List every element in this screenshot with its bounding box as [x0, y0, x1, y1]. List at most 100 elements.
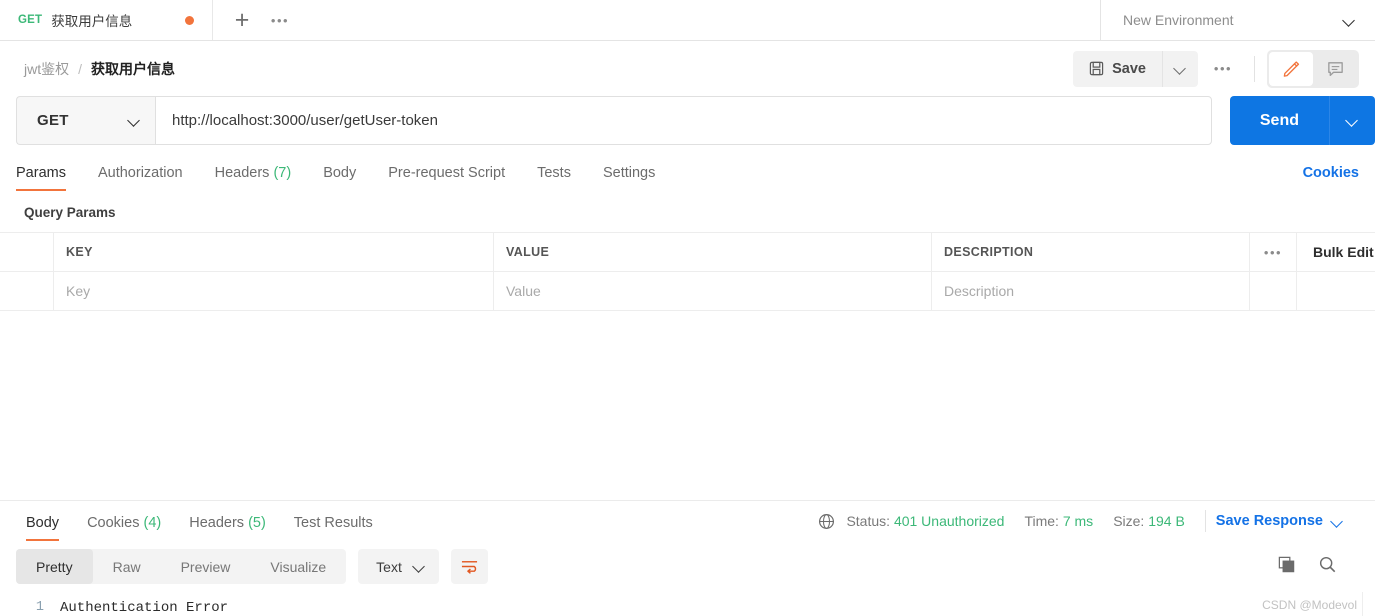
view-mode-pretty[interactable]: Pretty [16, 549, 93, 584]
plus-icon: + [234, 5, 250, 34]
time-metric: Time: 7 ms [1024, 513, 1093, 529]
word-wrap-button[interactable] [450, 549, 488, 584]
viewer-toolbar-icons [1277, 555, 1359, 579]
param-description-input[interactable]: Description [932, 272, 1250, 310]
param-key-input[interactable]: Key [54, 272, 494, 310]
response-format-selector[interactable]: Text [358, 549, 439, 584]
table-options-button[interactable]: ••• [1250, 233, 1297, 271]
table-row: Key Value Description [0, 272, 1375, 311]
save-button-label: Save [1112, 60, 1146, 77]
send-button[interactable]: Send [1229, 96, 1329, 145]
column-header-description-label: DESCRIPTION [944, 245, 1034, 259]
response-body-viewer[interactable]: 1 Authentication Error CSDN @Modevol [0, 592, 1375, 616]
row-checkbox-gutter[interactable] [0, 272, 54, 310]
comment-mode-button[interactable] [1313, 52, 1357, 86]
tab-authorization-label: Authorization [97, 165, 183, 181]
breadcrumb-parent[interactable]: jwt鉴权 [24, 59, 69, 79]
chevron-down-icon [1347, 115, 1358, 126]
save-response-button[interactable]: Save Response [1216, 513, 1343, 529]
http-method-selector[interactable]: GET [16, 96, 155, 145]
response-viewer-toolbar: Pretty Raw Preview Visualize Text [0, 541, 1375, 592]
column-header-key: KEY [54, 233, 494, 271]
tab-title-label: 获取用户信息 [51, 14, 133, 29]
breadcrumb-separator: / [78, 60, 83, 77]
view-mode-raw[interactable]: Raw [93, 549, 161, 584]
response-tab-cookies[interactable]: Cookies (4) [87, 515, 161, 541]
search-icon [1319, 556, 1336, 572]
tab-options-button[interactable]: ••• [263, 3, 297, 37]
tab-tests[interactable]: Tests [537, 165, 571, 191]
save-button-group: Save [1073, 50, 1198, 87]
globe-icon [818, 513, 835, 530]
param-description-placeholder: Description [944, 283, 1015, 299]
time-label: Time: [1024, 513, 1059, 529]
tab-strip-spacer [297, 0, 1100, 40]
response-body-scrollbar[interactable] [1362, 592, 1375, 616]
tab-params[interactable]: Params [16, 165, 66, 191]
bulk-edit-link[interactable]: Bulk Edit [1313, 244, 1374, 260]
save-button[interactable]: Save [1073, 50, 1162, 87]
tab-headers-count: (7) [273, 165, 292, 181]
url-input[interactable]: http://localhost:3000/user/getUser-token [155, 96, 1212, 145]
tab-headers-label: Headers [214, 165, 270, 181]
response-tab-body[interactable]: Body [26, 515, 60, 541]
status-metric: Status: 401 Unauthorized [846, 513, 1004, 529]
environment-selector[interactable]: New Environment [1100, 0, 1375, 40]
chevron-down-icon [1175, 63, 1186, 74]
ellipsis-icon: ••• [1263, 244, 1283, 260]
column-header-value: VALUE [494, 233, 932, 271]
tab-headers[interactable]: Headers (7) [215, 165, 292, 191]
breadcrumb-current: 获取用户信息 [91, 60, 176, 77]
pencil-icon [1283, 61, 1299, 77]
chevron-down-icon [1344, 15, 1355, 26]
new-tab-button[interactable]: + [225, 3, 259, 37]
save-options-button[interactable] [1162, 50, 1198, 87]
watermark-text: CSDN @Modevol [1262, 598, 1357, 612]
environment-label: New Environment [1123, 12, 1234, 28]
query-params-title: Query Params [24, 205, 116, 220]
response-format-label: Text [376, 558, 402, 575]
chevron-down-icon [1332, 516, 1343, 527]
param-value-input[interactable]: Value [494, 272, 932, 310]
edit-mode-button[interactable] [1269, 51, 1313, 86]
tab-authorization[interactable]: Authorization [98, 165, 183, 191]
tab-settings[interactable]: Settings [603, 165, 655, 191]
request-tab-item[interactable]: GET 获取用户信息 [0, 0, 213, 40]
table-header-row: KEY VALUE DESCRIPTION ••• Bulk Edit [0, 233, 1375, 272]
chevron-down-icon [414, 561, 425, 572]
line-number: 1 [35, 600, 44, 615]
status-label: Status: [846, 513, 891, 529]
size-metric: Size: 194 B [1113, 513, 1185, 529]
code-line: 1 Authentication Error [0, 592, 1375, 616]
url-value: http://localhost:3000/user/getUser-token [172, 112, 438, 129]
size-label: Size: [1113, 513, 1145, 529]
url-bar-row: GET http://localhost:3000/user/getUser-t… [0, 96, 1375, 153]
param-value-placeholder: Value [506, 283, 541, 299]
view-mode-preview[interactable]: Preview [161, 549, 251, 584]
copy-button[interactable] [1277, 555, 1296, 579]
view-mode-visualize[interactable]: Visualize [250, 549, 346, 584]
tab-body-label: Body [323, 165, 357, 181]
column-header-key-label: KEY [66, 245, 93, 259]
search-button[interactable] [1318, 555, 1337, 579]
response-tab-headers[interactable]: Headers (5) [189, 515, 266, 541]
tab-tests-label: Tests [537, 165, 571, 181]
send-options-button[interactable] [1329, 96, 1375, 145]
request-more-options-button[interactable]: ••• [1204, 51, 1242, 87]
tab-params-label: Params [16, 165, 66, 181]
unsaved-indicator-dot [185, 15, 194, 25]
response-tab-cookies-label: Cookies [87, 515, 140, 531]
row-options-cell [1250, 272, 1297, 310]
tab-pre-request-script-label: Pre-request Script [388, 165, 506, 181]
copy-icon [1278, 556, 1295, 572]
response-tab-headers-label: Headers [189, 515, 245, 531]
query-params-table: KEY VALUE DESCRIPTION ••• Bulk Edit Key … [0, 232, 1375, 311]
chevron-down-icon [129, 115, 140, 126]
tab-body[interactable]: Body [323, 165, 356, 191]
ellipsis-icon: ••• [270, 12, 290, 28]
tab-pre-request-script[interactable]: Pre-request Script [388, 165, 505, 191]
bulk-edit-cell: Bulk Edit [1297, 233, 1375, 271]
cookies-link[interactable]: Cookies [1303, 165, 1359, 191]
response-pane: Body Cookies (4) Headers (5) Test Result… [0, 500, 1375, 616]
response-tab-test-results[interactable]: Test Results [294, 515, 373, 541]
